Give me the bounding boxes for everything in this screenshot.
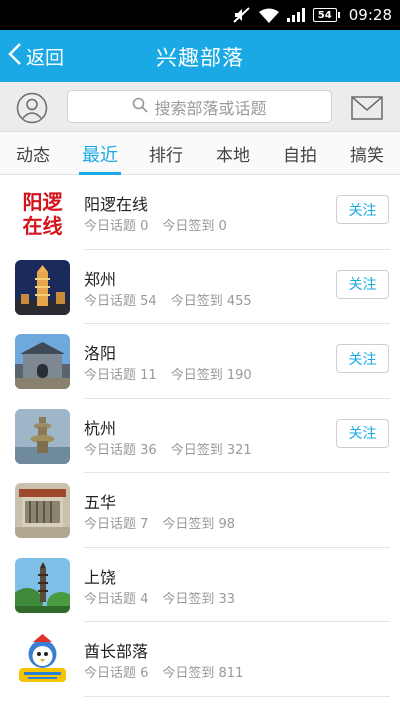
tribe-name: 洛阳 [84,344,117,363]
list-item[interactable]: 上饶 今日话题 4 今日签到 33 [0,548,400,622]
tribe-name: 酋长部落 [84,642,149,661]
tribe-stats: 今日话题 7 今日签到 98 [84,513,235,532]
today-topics: 今日话题 11 [84,368,157,383]
list-item[interactable]: 郑州 今日话题 54 今日签到 455 关注 [0,250,400,324]
tribe-photo [15,408,70,464]
tribe-name: 上饶 [84,567,117,587]
messages-button[interactable] [351,96,383,120]
tab-funny[interactable]: 搞笑 [334,132,400,175]
user-icon [16,92,48,124]
mute-icon [233,7,251,23]
tab-selfie[interactable]: 自拍 [267,132,333,175]
tribe-name: 郑州 [84,269,117,289]
tribe-name: 阳逻在线 [84,195,149,214]
today-signins: 今日签到 321 [170,442,252,458]
tribe-name: 杭州 [84,418,117,438]
svg-text:在线: 在线 [23,214,63,238]
today-signins: 今日签到 33 [162,591,236,607]
follow-button[interactable]: 关注 [336,418,389,448]
follow-button[interactable]: 关注 [336,269,389,299]
search-input[interactable]: 搜索部落或话题 [67,90,332,123]
tribe-stats: 今日话题 11 今日签到 190 [84,364,252,383]
status-bar: 54 09:28 [0,0,400,30]
today-topics: 今日话题 4 [84,591,149,607]
tribe-name: 五华 [84,493,117,512]
search-icon [132,97,149,117]
tribe-stats: 今日话题 36 今日签到 321 [84,439,252,458]
list-item[interactable]: 五华 今日话题 7 今日签到 98 [0,473,400,548]
svg-text:阳逻: 阳逻 [23,190,64,214]
divider [84,695,390,697]
tribe-photo [15,259,70,315]
search-placeholder: 搜索部落或话题 [154,98,267,118]
tab-ranking[interactable]: 排行 [133,132,199,175]
wifi-icon [258,8,279,23]
status-time: 09:28 [348,6,392,24]
tab-local[interactable]: 本地 [200,132,266,175]
tribe-photo [15,557,70,613]
tribe-stats: 今日话题 6 今日签到 811 [84,662,243,681]
today-topics: 今日话题 7 [84,517,149,532]
tribe-stats: 今日话题 0 今日签到 0 [84,215,227,234]
profile-button[interactable] [16,92,48,124]
tribe-stats: 今日话题 4 今日签到 33 [84,588,235,607]
list-item[interactable]: 杭州 今日话题 36 今日签到 321 关注 [0,399,400,473]
follow-button[interactable]: 关注 [336,195,389,224]
battery-icon: 54 [312,8,340,22]
today-topics: 今日话题 54 [84,293,157,309]
today-signins: 今日签到 0 [162,219,227,234]
title-bar: 返回 兴趣部落 [0,30,400,82]
tribe-photo [15,334,70,389]
today-signins: 今日签到 811 [162,666,244,681]
tab-bar: 动态 最近 排行 本地 自拍 搞笑 [0,132,400,175]
page-title: 兴趣部落 [156,46,244,70]
tab-recent[interactable]: 最近 [79,132,121,175]
search-row: 搜索部落或话题 [0,82,400,132]
list-item[interactable]: 酋长部落 今日话题 6 今日签到 811 [0,622,400,697]
signal-icon [286,8,305,22]
today-signins: 今日签到 455 [170,293,252,309]
today-topics: 今日话题 6 [84,666,149,681]
follow-button[interactable]: 关注 [336,344,389,373]
tribe-stats: 今日话题 54 今日签到 455 [84,290,252,309]
today-topics: 今日话题 0 [84,219,149,234]
tribe-photo [15,483,70,538]
tribe-logo [15,632,70,687]
tribe-list: 阳逻 在线 阳逻在线 今日话题 0 今日签到 0 关注 郑州 今日话题 54 今… [0,175,400,697]
tab-dynamic[interactable]: 动态 [0,132,66,175]
today-signins: 今日签到 190 [170,368,252,383]
mail-icon [351,96,383,120]
list-item[interactable]: 洛阳 今日话题 11 今日签到 190 关注 [0,324,400,399]
list-item[interactable]: 阳逻 在线 阳逻在线 今日话题 0 今日签到 0 关注 [0,175,400,250]
today-topics: 今日话题 36 [84,442,157,458]
tribe-logo: 阳逻 在线 [15,185,70,240]
today-signins: 今日签到 98 [162,517,236,532]
